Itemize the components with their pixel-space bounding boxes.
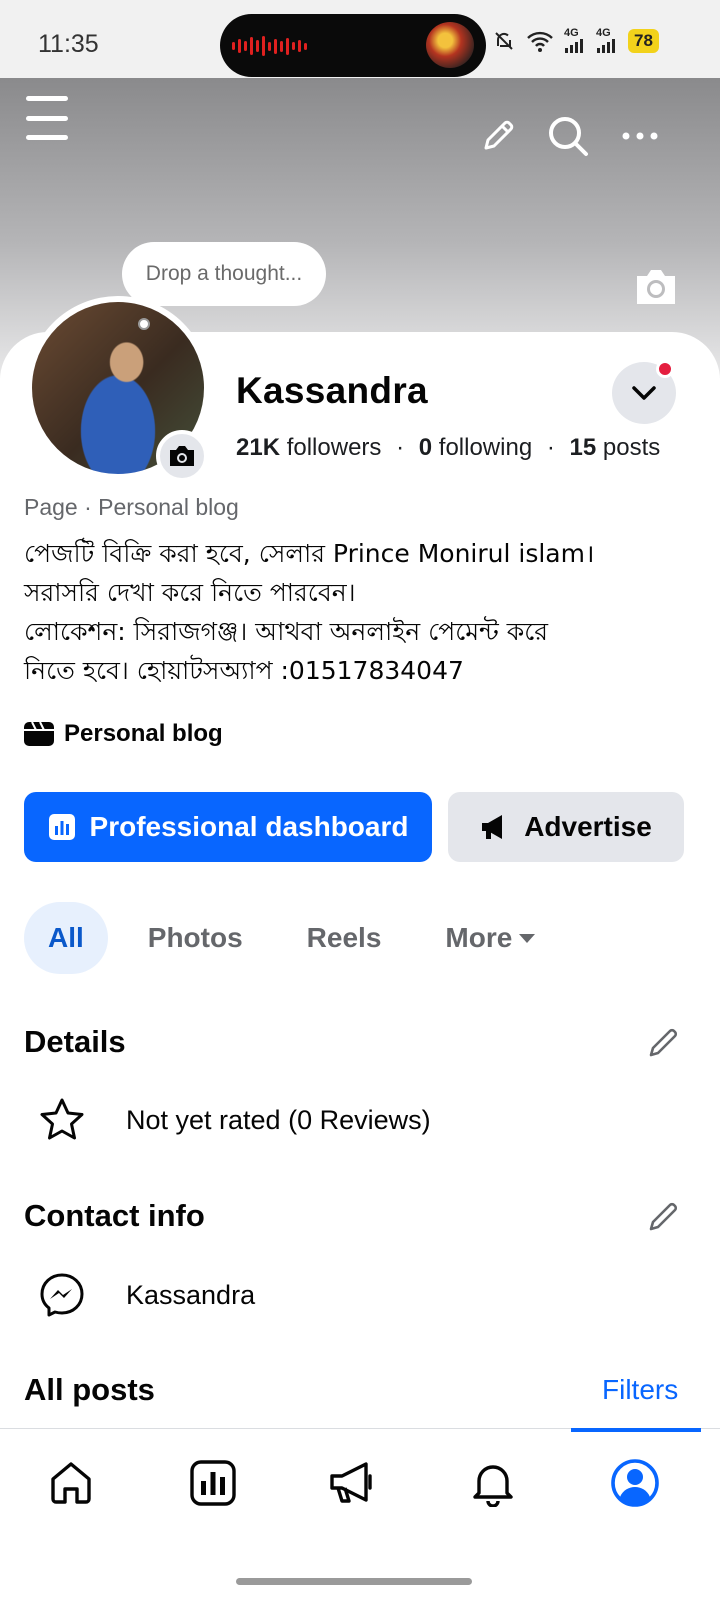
messenger-icon [38,1271,86,1319]
advertise-label: Advertise [524,811,652,842]
bio: পেজটি বিক্রি করা হবে, সেলার Prince Monir… [24,534,696,690]
edit-contact-icon[interactable] [646,1198,682,1234]
active-tab-indicator [571,1428,701,1432]
signal-icon: 4G [564,28,586,53]
stats-separator: · [546,434,555,461]
menu-icon[interactable] [24,96,70,140]
battery-icon: 78 [628,28,659,53]
tab-more[interactable]: More [423,902,558,974]
status-icons: 4G 4G 78 [492,28,659,53]
tab-photos[interactable]: Photos [126,902,265,974]
details-title: Details [24,1024,126,1059]
category-tag[interactable]: Personal blog [24,720,223,748]
camera-icon[interactable] [633,266,679,306]
network-type: 4G [596,27,611,39]
megaphone-icon [482,815,503,839]
media-thumbnail[interactable] [426,22,474,68]
following-label[interactable]: following [439,434,532,461]
dashboard-icon[interactable] [188,1458,238,1508]
bio-line: পেজটি বিক্রি করা হবে, সেলার Prince Monir… [24,539,595,568]
followers-count[interactable]: 21K [236,434,280,461]
following-count[interactable]: 0 [419,434,432,461]
posts-label[interactable]: posts [603,434,660,461]
contact-info-title: Contact info [24,1198,205,1233]
stats-separator: · [396,434,405,461]
bio-line: লোকেশন: সিরাজগঞ্জ। আথবা অনলাইন পেমেন্ট ক… [24,617,549,646]
rating-text: Not yet rated (0 Reviews) [126,1104,431,1135]
signal-icon: 4G [596,28,618,53]
content-tabs: All Photos Reels More [24,902,558,974]
advertise-button[interactable]: Advertise [448,792,684,862]
tab-all[interactable]: All [24,902,108,974]
messenger-name: Kassandra [126,1279,256,1310]
bottom-nav [0,1428,720,1600]
followers-label[interactable]: followers [287,434,382,461]
profile-stats: 21K followers · 0 following · 15 posts [236,434,660,462]
notification-dot [656,360,674,378]
tab-reels[interactable]: Reels [285,902,404,974]
status-time: 11:35 [38,30,99,58]
all-posts-title: All posts [24,1372,155,1407]
network-type: 4G [564,27,579,39]
category-tag-label: Personal blog [64,720,223,747]
camera-icon[interactable] [156,430,208,482]
bio-line: সরাসরি দেখা করে নিতে পারবেন। [24,578,356,607]
megaphone-icon[interactable] [328,1458,378,1508]
posts-count[interactable]: 15 [570,434,597,461]
home-indicator[interactable] [236,1578,472,1585]
bell-icon[interactable] [468,1458,518,1508]
chevron-down-icon [632,386,656,400]
profile-icon[interactable] [610,1458,660,1508]
bell-muted-icon [495,31,513,50]
edit-icon[interactable] [478,116,518,156]
audio-wave-icon [232,36,307,56]
caret-down-icon [519,934,536,943]
professional-dashboard-button[interactable]: Professional dashboard [24,792,432,862]
edit-details-icon[interactable] [646,1024,682,1060]
rating-row[interactable]: Not yet rated (0 Reviews) [38,1096,431,1144]
dashboard-icon [48,814,75,840]
thought-bubble-tail [138,318,150,330]
home-icon[interactable] [46,1458,96,1508]
messenger-row[interactable]: Kassandra [38,1271,255,1319]
wifi-icon [527,31,553,52]
filters-link[interactable]: Filters [602,1374,678,1406]
profile-name: Kassandra [236,370,428,411]
search-icon[interactable] [546,114,590,158]
star-icon [38,1096,86,1144]
more-icon[interactable] [620,128,660,144]
bio-line: নিতে হবে। হোয়াটসঅ্যাপ :01517834047 [24,656,464,685]
clapperboard-icon [24,722,54,746]
thought-bubble[interactable]: Drop a thought... [122,242,326,306]
page-category: Page · Personal blog [24,494,239,520]
professional-dashboard-label: Professional dashboard [89,811,409,842]
tab-more-label: More [445,922,513,953]
